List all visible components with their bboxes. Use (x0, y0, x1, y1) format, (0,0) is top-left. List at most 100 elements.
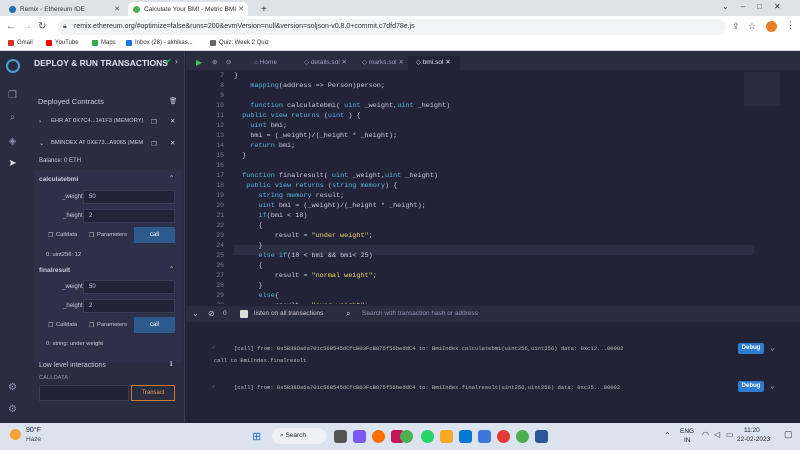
log-entry[interactable]: [call] from: 0x5B38Da6a701c568545dCfcB03… (234, 345, 623, 352)
star-icon[interactable]: ☆ (748, 21, 756, 32)
code-line[interactable]: string memory result; (234, 192, 344, 200)
code-line[interactable]: { (234, 222, 262, 230)
height-input[interactable]: 2 (83, 299, 175, 313)
task-view-icon[interactable] (334, 430, 347, 443)
share-icon[interactable]: ⇪ (732, 21, 740, 32)
close-icon[interactable]: ✕ (443, 59, 450, 66)
listen-checkbox[interactable] (240, 310, 248, 318)
close-icon[interactable]: ✕ (397, 59, 403, 66)
app-icon[interactable] (478, 430, 491, 443)
tab-bmi-sol[interactable]: ◇ bmi.sol ✕ (408, 56, 460, 70)
contract-instance-ehr[interactable]: EHR AT 0X7C4...141F3 (MEMORY) (51, 118, 143, 124)
clock-time[interactable]: 11:20 (744, 427, 760, 434)
code-line[interactable]: uint bmi = (_weight)/(_height * _height)… (234, 202, 425, 210)
debug-button[interactable]: Debug (738, 381, 764, 392)
debug-button[interactable]: Debug (738, 343, 764, 354)
transaction-search-input[interactable]: Search with transaction hash or address (358, 308, 508, 320)
bookmark-youtube[interactable]: YouTube (46, 40, 79, 46)
chevron-right-icon[interactable]: › (175, 57, 178, 66)
code-line[interactable]: else{ (234, 292, 278, 300)
taskbar-search[interactable]: ⌕ Search (272, 428, 326, 444)
code-line[interactable]: result = "under weight"; (234, 232, 373, 240)
trash-icon[interactable]: 🗑︎ (169, 97, 177, 105)
chrome-icon[interactable] (516, 430, 529, 443)
run-icon[interactable]: ▶ (188, 56, 202, 70)
close-icon[interactable]: ✕ (170, 117, 175, 125)
code-line[interactable]: else if(18 < bmi && bmi< 25) (234, 252, 372, 260)
code-line[interactable]: } (234, 152, 246, 160)
chrome-icon[interactable] (400, 430, 413, 443)
deploy-run-icon[interactable]: ➤ (6, 157, 19, 170)
code-line[interactable]: return bmi; (234, 142, 295, 150)
code-editor[interactable]: 7} 8 mapping(address => Person)person; 9 10… (186, 70, 800, 304)
calldata-input[interactable] (39, 385, 129, 401)
info-icon[interactable]: ℹ (170, 360, 172, 368)
forward-icon[interactable]: → (22, 21, 32, 32)
bookmark-gmail[interactable]: Gmail (8, 40, 33, 46)
teams-icon[interactable] (353, 430, 366, 443)
height-input[interactable]: 2 (83, 209, 175, 223)
reload-icon[interactable]: ↻ (38, 21, 46, 32)
bookmark-maps[interactable]: Maps (92, 40, 116, 46)
chevron-down-icon[interactable]: ⌄ (770, 381, 775, 391)
chevron-up-icon[interactable]: ⌃ (664, 431, 671, 440)
copy-icon[interactable]: ❐ (151, 140, 157, 148)
code-line[interactable]: if(bmi < 18) (234, 212, 307, 220)
code-line[interactable]: mapping(address => Person)person; (234, 82, 385, 90)
parameters-button[interactable]: Parameters (97, 232, 127, 238)
copy-icon[interactable]: ❐ (89, 232, 94, 239)
menu-icon[interactable]: ⋮ (786, 20, 795, 31)
tab-marks-sol[interactable]: ◇ marks.sol ✕ (354, 56, 404, 70)
app-icon[interactable] (497, 430, 510, 443)
code-line[interactable]: public view returns (string memory) { (234, 182, 397, 190)
code-line[interactable]: { (234, 262, 262, 270)
copy-icon[interactable]: ❐ (151, 118, 157, 126)
weather-icon[interactable] (10, 429, 21, 440)
code-line[interactable]: uint bmi; (234, 122, 287, 130)
language-indicator[interactable]: ENG (680, 428, 694, 435)
copy-icon[interactable]: ❐ (48, 322, 53, 329)
copy-icon[interactable]: ❐ (89, 322, 94, 329)
close-icon[interactable]: ✕ (170, 139, 175, 147)
windows-start-icon[interactable]: ⊞ (252, 430, 261, 443)
file-explorer-icon[interactable] (440, 430, 453, 443)
bookmark-quiz[interactable]: Quiz: Week 2 Quiz (210, 40, 269, 46)
file-explorer-icon[interactable]: ❐ (6, 89, 19, 102)
parameters-button[interactable]: Parameters (97, 322, 127, 328)
code-line[interactable]: bmi = (_weight)/(_height * _height); (234, 132, 397, 140)
call-button[interactable]: call (134, 227, 175, 243)
battery-icon[interactable]: ▭ (726, 430, 734, 439)
edge-icon[interactable] (459, 430, 472, 443)
profile-avatar[interactable] (766, 21, 777, 32)
call-button[interactable]: call (134, 317, 175, 333)
code-line[interactable]: } (234, 282, 262, 290)
zoom-in-icon[interactable]: ⊕ (204, 56, 217, 70)
minimap[interactable] (744, 72, 780, 106)
firefox-icon[interactable] (372, 430, 385, 443)
zoom-out-icon[interactable]: ⊖ (218, 56, 231, 70)
browser-tab-remix[interactable]: Remix - Ethereum IDE ✕ (4, 2, 124, 16)
window-controls[interactable]: ⌄–□✕ (722, 2, 793, 11)
settings-icon[interactable]: ⚙ (6, 403, 19, 416)
word-icon[interactable] (535, 430, 548, 443)
code-line[interactable]: } (234, 242, 262, 250)
tab-details-sol[interactable]: ◇ details.sol ✕ (296, 56, 347, 70)
chevron-down-icon[interactable]: ⌄ (770, 343, 775, 353)
code-line[interactable]: function finalresult( uint _weight,uint … (234, 172, 438, 180)
copy-icon[interactable]: ❐ (48, 232, 53, 239)
close-tab-icon[interactable]: ✕ (114, 5, 120, 13)
new-tab-button[interactable]: + (256, 2, 270, 16)
notification-icon[interactable]: ▢ (784, 429, 793, 440)
solidity-compiler-icon[interactable]: ◈ (6, 135, 19, 148)
clear-icon[interactable]: ⊘ (208, 309, 215, 318)
code-line[interactable]: public view returns (uint ) { (234, 112, 360, 120)
url-field[interactable]: 🔒︎ remix.ethereum.org/#optimize=false&ru… (58, 19, 726, 35)
chevron-right-icon[interactable]: › (39, 118, 41, 125)
chevron-up-icon[interactable]: ⌃ (169, 265, 174, 273)
close-icon[interactable]: ✕ (340, 59, 347, 66)
chevron-up-icon[interactable]: ⌃ (169, 174, 174, 182)
close-tab-icon[interactable]: ✕ (238, 5, 244, 13)
back-icon[interactable]: ← (6, 21, 16, 32)
collapse-icon[interactable]: ⌄ (192, 309, 199, 318)
whatsapp-icon[interactable] (421, 430, 434, 443)
